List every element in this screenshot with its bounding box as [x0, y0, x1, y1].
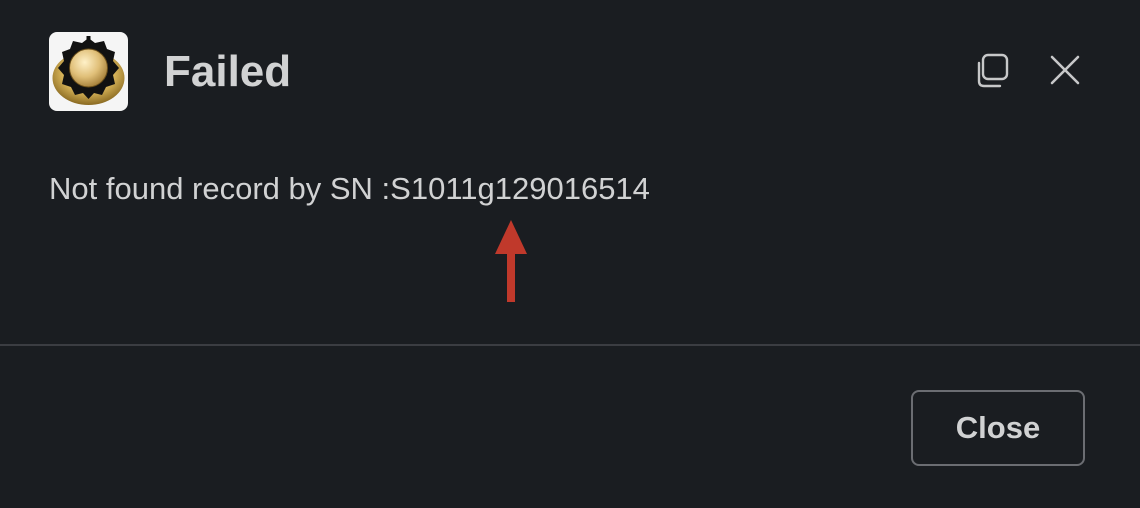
red-arrow-annotation	[495, 220, 527, 302]
copy-icon	[977, 53, 1009, 88]
close-button[interactable]: Close	[911, 390, 1085, 466]
failed-dialog: Failed Not found record by SN :S1011g129…	[0, 0, 1140, 508]
close-icon	[1050, 55, 1080, 85]
dialog-title: Failed	[164, 47, 292, 96]
close-dialog-button[interactable]	[1045, 50, 1085, 90]
app-icon	[49, 32, 128, 111]
error-message: Not found record by SN :S1011g129016514	[49, 171, 650, 206]
copy-button[interactable]	[972, 50, 1012, 90]
footer-divider	[0, 344, 1140, 346]
